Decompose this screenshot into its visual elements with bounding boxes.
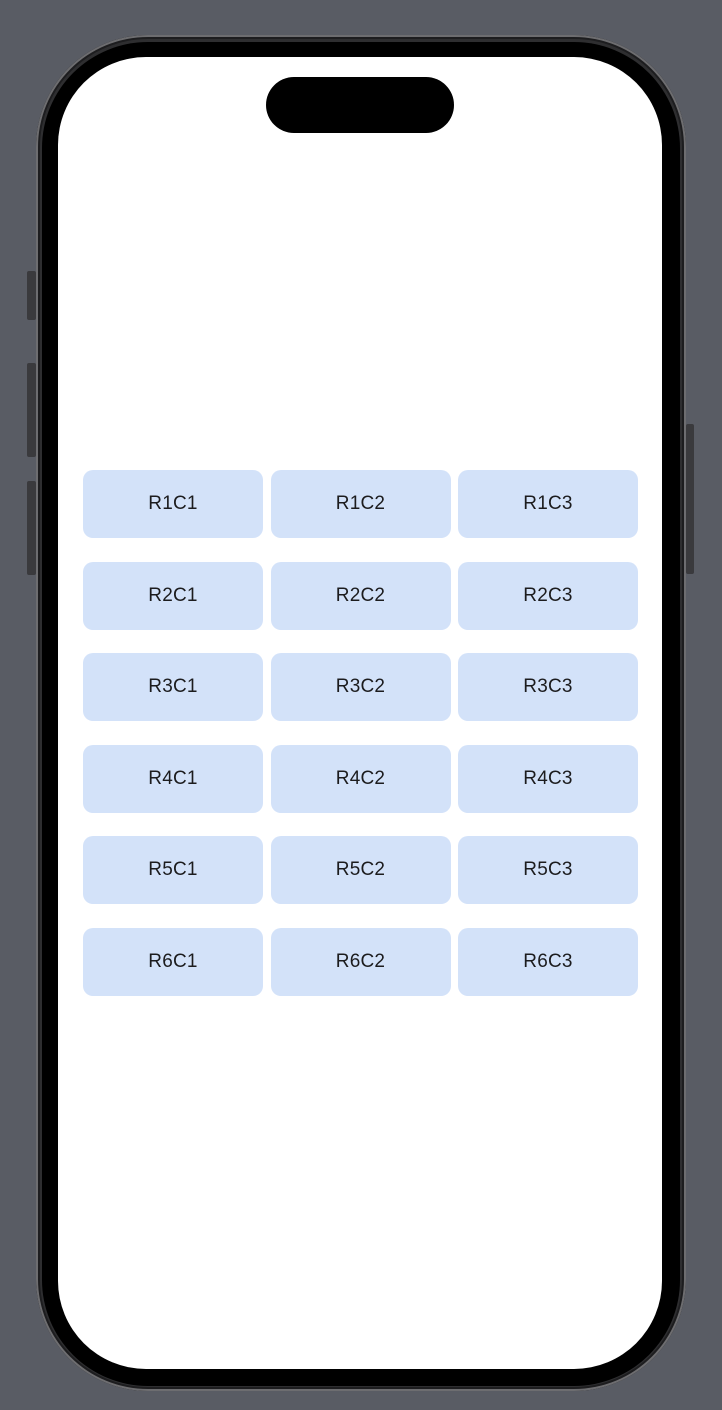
volume-down-button[interactable]: [27, 481, 36, 575]
grid-cell-r3c2[interactable]: R3C2: [270, 653, 451, 721]
grid-cell-r5c2[interactable]: R5C2: [270, 836, 451, 904]
grid-cell-r5c3[interactable]: R5C3: [458, 836, 638, 904]
grid-cell-r6c1[interactable]: R6C1: [83, 927, 263, 996]
grid-cell-r2c3[interactable]: R2C3: [458, 561, 638, 630]
grid-cell-r3c3[interactable]: R3C3: [458, 653, 638, 721]
dynamic-island: [266, 77, 454, 133]
grid-cell-r1c3[interactable]: R1C3: [458, 470, 638, 538]
grid-cell-r2c2[interactable]: R2C2: [270, 561, 451, 630]
button-grid: R1C1 R1C2 R1C3 R2C1 R2C2 R2C3 R3C1 R3C2 …: [83, 470, 638, 996]
grid-cell-r1c1[interactable]: R1C1: [83, 470, 263, 538]
grid-cell-r4c3[interactable]: R4C3: [458, 744, 638, 813]
grid-cell-r1c2[interactable]: R1C2: [270, 470, 451, 538]
grid-cell-r6c3[interactable]: R6C3: [458, 927, 638, 996]
grid-cell-r2c1[interactable]: R2C1: [83, 561, 263, 630]
volume-up-button[interactable]: [27, 363, 36, 457]
grid-cell-r5c1[interactable]: R5C1: [83, 836, 263, 904]
grid-cell-r4c2[interactable]: R4C2: [270, 744, 451, 813]
grid-cell-r4c1[interactable]: R4C1: [83, 744, 263, 813]
action-button[interactable]: [27, 271, 36, 320]
grid-cell-r3c1[interactable]: R3C1: [83, 653, 263, 721]
grid-cell-r6c2[interactable]: R6C2: [270, 927, 451, 996]
phone-screen: R1C1 R1C2 R1C3 R2C1 R2C2 R2C3 R3C1 R3C2 …: [58, 57, 662, 1369]
power-button[interactable]: [686, 424, 694, 574]
